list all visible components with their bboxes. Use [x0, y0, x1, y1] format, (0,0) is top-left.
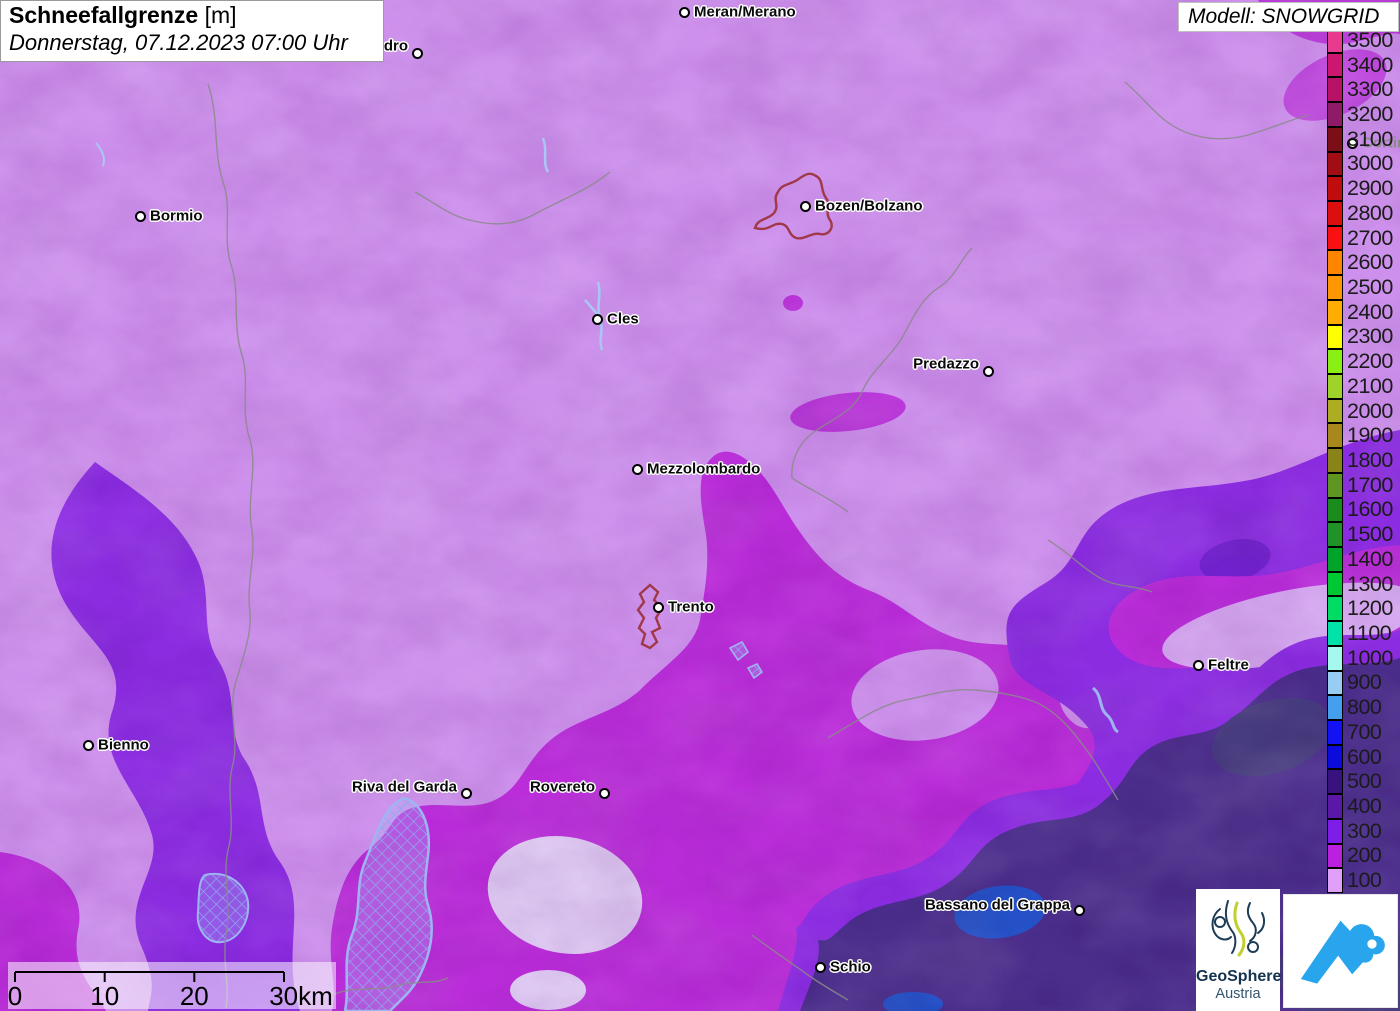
map-datetime: Donnerstag, 07.12.2023 07:00 Uhr	[9, 30, 348, 55]
city-label: Bienno	[98, 736, 149, 754]
city-label: Cles	[607, 310, 639, 328]
scalebar-tick-label: 20	[180, 981, 209, 1009]
city-marker	[1346, 137, 1358, 149]
snowfall-map: ndro Meran/Merano Bormio Bozen/Bolzano Cles P…	[0, 0, 1400, 1011]
city-label: Meran/Merano	[694, 3, 796, 21]
geosphere-name: GeoSphere	[1196, 968, 1282, 985]
city-marker	[799, 200, 811, 212]
city-label: Bassano del Grappa	[924, 896, 1070, 914]
city-label: Trento	[668, 598, 714, 616]
city-marker	[1073, 904, 1085, 916]
city-marker	[982, 365, 994, 377]
scalebar-tick-label: 0	[8, 981, 22, 1009]
title-text: Schneefallgrenze	[9, 2, 199, 28]
mountain-cloud-logo-icon	[1300, 920, 1385, 984]
city-marker	[591, 313, 603, 325]
scalebar: 0 10 20 30km	[8, 962, 336, 1011]
city-marker	[631, 463, 643, 475]
city-label: Bozen/Bolzano	[815, 197, 923, 215]
scalebar-tick-label: 10	[90, 981, 119, 1009]
city-label: Mezzolombardo	[647, 460, 761, 478]
city-label: Feltre	[1208, 656, 1249, 674]
city-marker	[411, 47, 423, 59]
map-title: Schneefallgrenze [m]	[9, 2, 375, 29]
city-marker	[460, 787, 472, 799]
geosphere-country: Austria	[1215, 986, 1261, 1002]
city-marker	[598, 787, 610, 799]
geosphere-logo-box: GeoSphere Austria	[1196, 889, 1282, 1011]
title-unit: [m]	[204, 2, 237, 28]
title-box: Schneefallgrenze [m] Donnerstag, 07.12.2…	[0, 0, 384, 62]
city-marker	[652, 601, 664, 613]
partner-logo-box	[1283, 894, 1398, 1008]
geosphere-logo-icon	[1211, 900, 1266, 957]
city-label: Schio	[830, 958, 871, 976]
city-marker	[814, 961, 826, 973]
city-label: Predazzo	[913, 355, 979, 373]
city-label: Cortin	[1362, 134, 1400, 152]
city-marker	[678, 6, 690, 18]
city-marker	[82, 739, 94, 751]
city-label: Riva del Garda	[351, 778, 457, 796]
cities-layer: ndro Meran/Merano Bormio Bozen/Bolzano Cles P…	[0, 0, 1400, 1011]
city-marker	[1192, 659, 1204, 671]
scalebar-tick-label: 30km	[269, 981, 333, 1009]
city-label: Rovereto	[529, 778, 595, 796]
scalebar-line	[14, 971, 285, 982]
city-marker	[134, 210, 146, 222]
scalebar-ruler: 0 10 20 30km	[8, 971, 333, 1011]
model-label-box: Modell: SNOWGRID	[1178, 2, 1399, 32]
city-label: Bormio	[150, 207, 203, 225]
